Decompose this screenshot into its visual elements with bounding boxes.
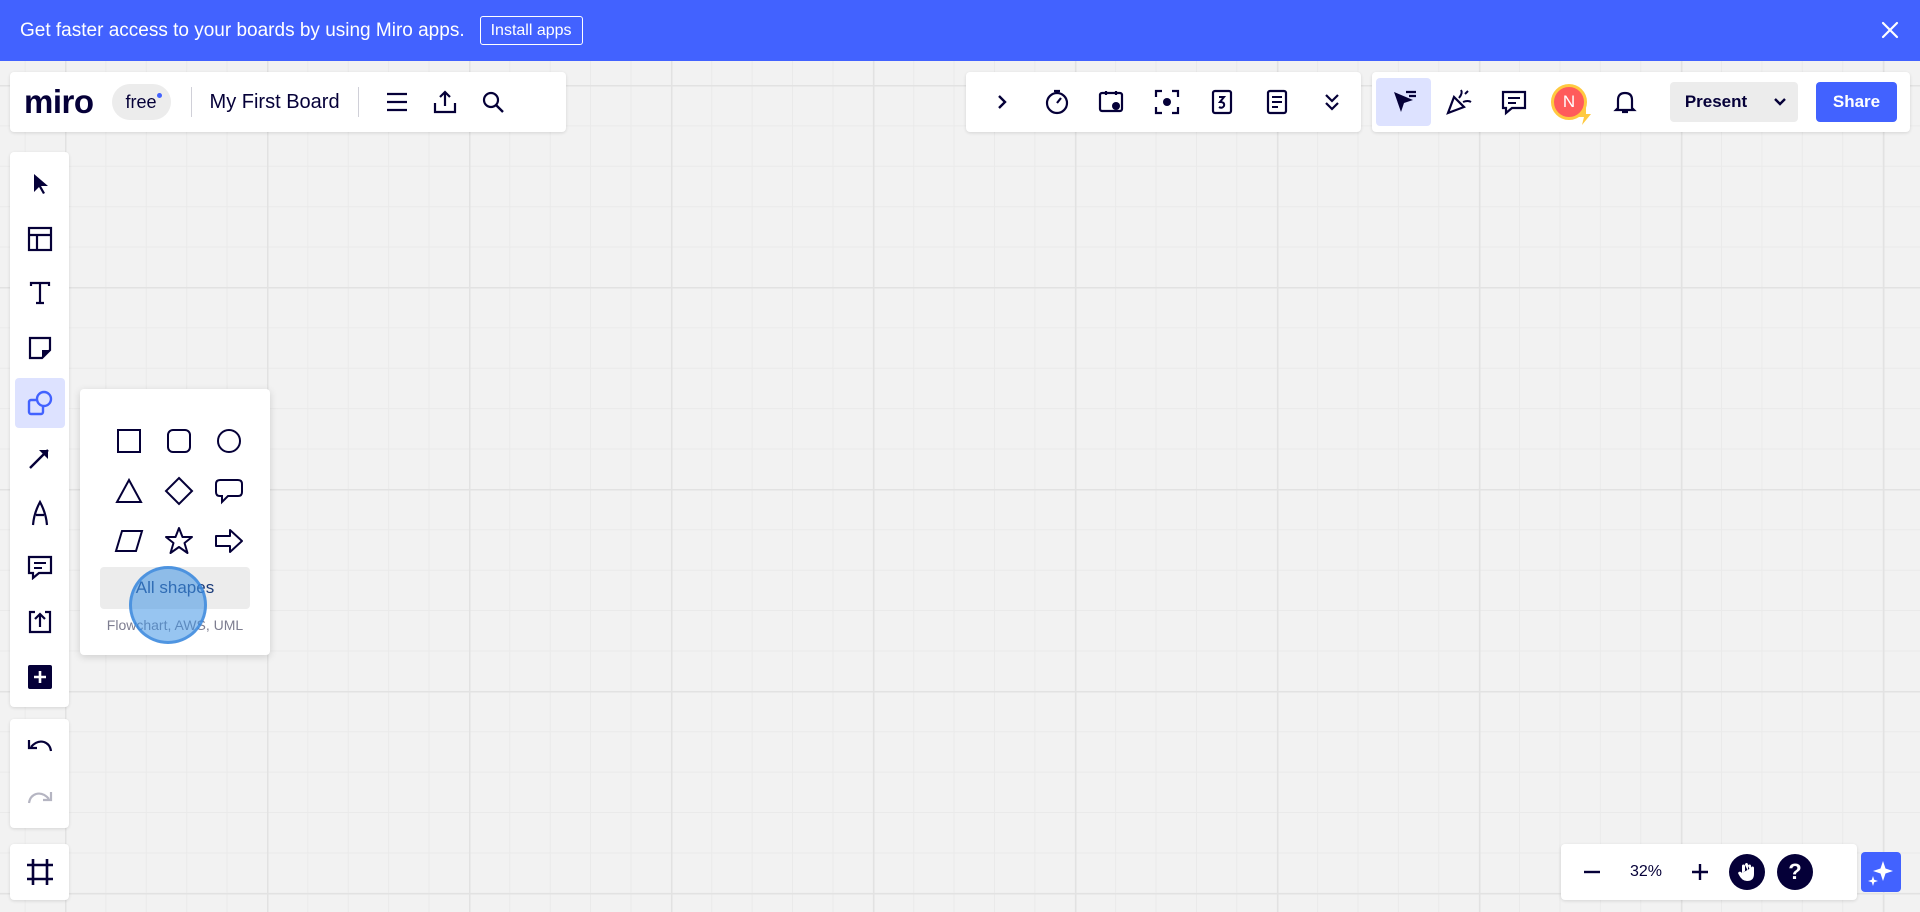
sticky-note-icon[interactable] <box>15 323 65 373</box>
cursor-tracking-icon[interactable] <box>1376 78 1431 126</box>
hand-icon[interactable] <box>1729 854 1765 890</box>
plan-label: free <box>125 91 157 112</box>
frames-icon[interactable] <box>25 857 55 887</box>
all-shapes-button[interactable]: All shapes <box>100 567 250 609</box>
shape-grid <box>104 416 254 566</box>
chevron-right-icon[interactable] <box>974 78 1029 126</box>
miro-logo[interactable]: miro <box>24 83 94 121</box>
board-tools-panel <box>966 72 1361 132</box>
speech-bubble-icon[interactable] <box>204 466 254 516</box>
chevron-down-icon[interactable] <box>1762 82 1798 122</box>
connection-line-icon[interactable] <box>15 433 65 483</box>
app-banner: Get faster access to your boards by usin… <box>0 0 1920 61</box>
banner-message: Get faster access to your boards by usin… <box>20 19 465 41</box>
triangle-icon[interactable] <box>104 466 154 516</box>
upload-icon[interactable] <box>15 597 65 647</box>
comments-icon[interactable] <box>1486 78 1541 126</box>
notes-icon[interactable] <box>1249 78 1304 126</box>
ai-sparkle-icon[interactable] <box>1861 852 1901 892</box>
share-button[interactable]: Share <box>1816 82 1897 122</box>
templates-icon[interactable] <box>15 214 65 264</box>
comment-icon[interactable] <box>15 543 65 593</box>
shapes-popup: All shapes Flowchart, AWS, UML <box>80 389 270 655</box>
history-panel <box>10 719 69 828</box>
rounded-rectangle-icon[interactable] <box>154 416 204 466</box>
parallelogram-icon[interactable] <box>104 516 154 566</box>
zoom-out-icon[interactable] <box>1569 849 1615 895</box>
zoom-level[interactable]: 32% <box>1615 863 1677 881</box>
collaboration-panel: N Present Share <box>1372 72 1910 132</box>
circle-icon[interactable] <box>204 416 254 466</box>
zoom-in-icon[interactable] <box>1677 849 1723 895</box>
avatar[interactable]: N <box>1551 84 1591 125</box>
board-name[interactable]: My First Board <box>210 91 340 114</box>
divider <box>357 87 359 117</box>
notification-dot <box>156 93 162 98</box>
pen-icon[interactable] <box>15 488 65 538</box>
search-icon[interactable] <box>469 78 517 126</box>
arrow-right-icon[interactable] <box>204 516 254 566</box>
chevron-double-down-icon[interactable] <box>1304 78 1359 126</box>
all-shapes-subtitle: Flowchart, AWS, UML <box>106 617 244 633</box>
help-icon[interactable]: ? <box>1777 854 1813 890</box>
board-header: miro free My First Board <box>10 72 566 132</box>
close-icon[interactable] <box>1878 18 1902 42</box>
creation-toolbar <box>10 152 69 707</box>
voting-icon[interactable] <box>1194 78 1249 126</box>
avatar-initial: N <box>1562 92 1576 111</box>
lightning-icon <box>1578 107 1592 125</box>
export-icon[interactable] <box>421 78 469 126</box>
divider <box>190 87 192 117</box>
redo-icon[interactable] <box>15 776 65 824</box>
present-button[interactable]: Present <box>1670 82 1762 122</box>
timer-icon[interactable] <box>1029 78 1084 126</box>
present-group: Present <box>1670 82 1798 122</box>
diamond-icon[interactable] <box>154 466 204 516</box>
install-apps-button[interactable]: Install apps <box>479 16 583 45</box>
select-icon[interactable] <box>15 159 65 209</box>
focus-icon[interactable] <box>1139 78 1194 126</box>
board-canvas[interactable] <box>0 61 1920 912</box>
frames-panel <box>10 844 69 900</box>
text-icon[interactable] <box>15 269 65 319</box>
bell-icon[interactable] <box>1597 78 1652 126</box>
shapes-icon[interactable] <box>14 378 65 428</box>
undo-icon[interactable] <box>15 723 65 771</box>
main-menu-icon[interactable] <box>373 78 421 126</box>
rectangle-icon[interactable] <box>104 416 154 466</box>
plan-badge[interactable]: free <box>111 84 171 120</box>
zoom-panel: 32% ? <box>1561 844 1857 900</box>
celebrate-icon[interactable] <box>1431 78 1486 126</box>
star-icon[interactable] <box>154 516 204 566</box>
more-apps-icon[interactable] <box>15 652 65 702</box>
video-chat-icon[interactable] <box>1084 78 1139 126</box>
